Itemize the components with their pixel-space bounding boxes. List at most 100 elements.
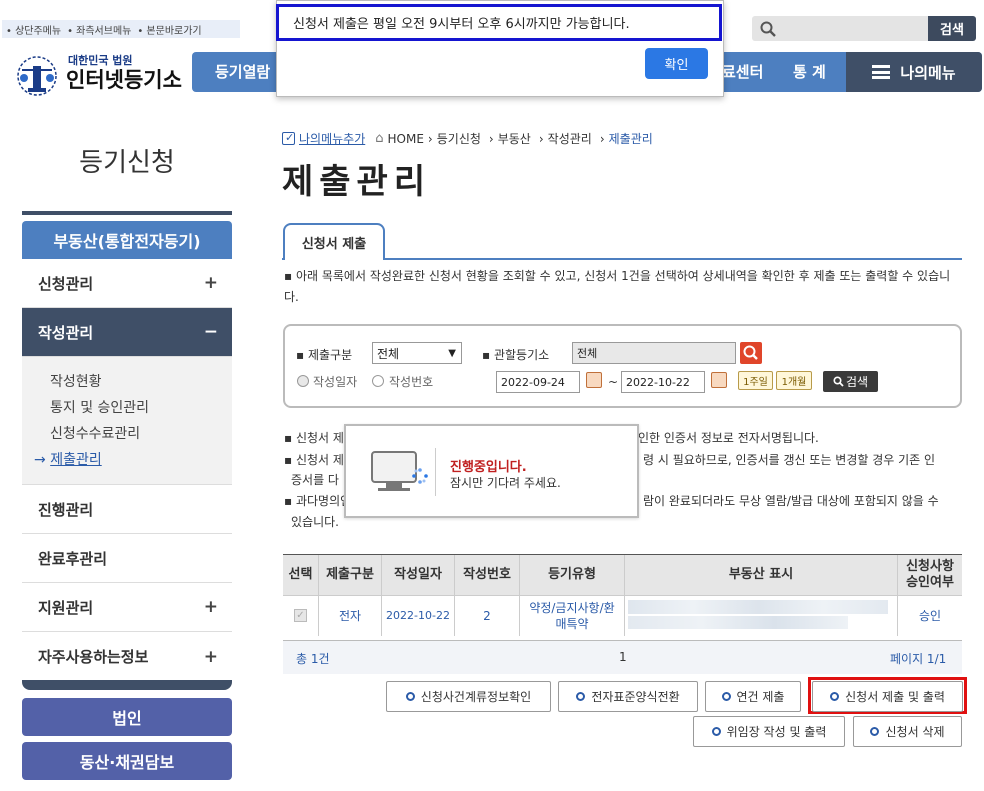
alert-ok-button[interactable]: 확인	[645, 48, 708, 79]
collapse-minus-icon: −	[203, 322, 218, 342]
sidebar-header[interactable]: 부동산(통합전자등기)	[22, 221, 232, 259]
calendar-icon[interactable]	[586, 372, 602, 388]
breadcrumb-current: 제출관리	[608, 132, 653, 146]
add-my-menu-link[interactable]: 나의메뉴추가	[299, 130, 365, 147]
note-1-start: ▪ 신청서 제	[284, 431, 344, 445]
court-search-button[interactable]	[740, 342, 762, 364]
my-menu-button[interactable]: 나의메뉴	[846, 52, 982, 92]
logo-title: 인터넷등기소	[66, 68, 182, 92]
nav-item-view[interactable]: 등기열람	[215, 52, 270, 92]
skip-link-top-menu[interactable]: • 상단주메뉴	[6, 22, 61, 37]
col-divider	[519, 555, 520, 636]
nav-item-center[interactable]: 료센터	[722, 52, 763, 92]
sidebar-divider	[22, 211, 232, 215]
row-checkbox[interactable]: ✓	[294, 609, 307, 622]
sidebar-item-label: 진행관리	[38, 500, 94, 519]
sidebar-item-write-manage[interactable]: 작성관리 −	[22, 308, 232, 357]
col-divider	[897, 555, 898, 636]
note-3-cont: 있습니다.	[291, 515, 339, 529]
skip-links: • 상단주메뉴 • 좌측서브메뉴 • 본문바로가기	[2, 20, 240, 38]
sidebar-item-after-complete[interactable]: 완료후관리	[22, 534, 232, 583]
submit-type-select[interactable]: 전체 ▼	[372, 342, 462, 364]
calendar-icon[interactable]	[711, 372, 727, 388]
linked-submit-button[interactable]: 연건 제출	[705, 681, 801, 712]
submit-and-print-button[interactable]: 신청서 제출 및 출력	[812, 681, 963, 712]
expand-plus-icon: +	[203, 273, 218, 293]
search-icon	[760, 21, 776, 37]
submenu-item-submit-current[interactable]: → 제출관리	[34, 449, 102, 469]
date-radio[interactable]	[297, 375, 309, 387]
th-registry-type: 등기유형	[520, 555, 624, 595]
note-2-start: ▪ 신청서 제	[284, 453, 344, 467]
my-menu-label: 나의메뉴	[900, 63, 956, 82]
site-search-input[interactable]	[752, 16, 928, 41]
cell-registry-type[interactable]: 약정/금지사항/환매특약	[520, 596, 624, 636]
submenu-item-status[interactable]: 작성현황	[50, 371, 102, 391]
cell-number: 2	[483, 609, 491, 623]
sidebar-item-label: 신청관리	[38, 274, 94, 293]
date-radio-label: 작성일자	[313, 375, 358, 389]
submenu-item-fee[interactable]: 신청수수료관리	[50, 423, 140, 443]
sidebar-item-progress[interactable]: 진행관리	[22, 485, 232, 534]
number-radio[interactable]	[372, 375, 384, 387]
sidebar-item-support[interactable]: 지원관리 +	[22, 583, 232, 632]
sidebar-bottom-bar	[22, 680, 232, 690]
th-number: 작성번호	[455, 555, 519, 595]
case-pending-info-button[interactable]: 신청사건계류정보확인	[386, 681, 551, 712]
standard-form-convert-button[interactable]: 전자표준양식전환	[558, 681, 698, 712]
skip-link-content[interactable]: • 본문바로가기	[137, 22, 201, 37]
cell-approval[interactable]: 승인	[898, 596, 962, 636]
search-icon	[743, 345, 758, 360]
th-date: 작성일자	[382, 555, 454, 595]
bullet-icon	[870, 727, 880, 736]
breadcrumb-item[interactable]: 부동산	[498, 130, 531, 147]
corporate-button[interactable]: 법인	[22, 698, 232, 736]
breadcrumb-item[interactable]: 작성관리	[548, 130, 592, 147]
nav-item-stats[interactable]: 통 계	[793, 52, 826, 92]
alert-message: 신청서 제출은 평일 오전 9시부터 오후 6시까지만 가능합니다.	[276, 4, 722, 41]
court-label: ▪ 관할등기소	[482, 348, 550, 362]
one-week-button[interactable]: 1주일	[738, 371, 773, 390]
tab-application-submit[interactable]: 신청서 제출	[283, 223, 385, 260]
bullet-icon	[711, 727, 721, 736]
sidebar-item-apply-manage[interactable]: 신청관리 +	[22, 259, 232, 308]
note-1-end: 인한 인증서 정보로 전자서명됩니다.	[638, 431, 819, 445]
breadcrumb-home[interactable]: HOME	[388, 132, 424, 146]
one-month-button[interactable]: 1개월	[776, 371, 812, 390]
skip-link-left-menu[interactable]: • 좌측서브메뉴	[67, 22, 131, 37]
search-icon	[833, 376, 844, 387]
th-submit-type: 제출구분	[319, 555, 381, 595]
th-select: 선택	[283, 555, 318, 595]
court-input[interactable]: 전체	[572, 342, 736, 364]
bullet-icon	[405, 692, 415, 701]
sidebar-title: 등기신청	[79, 148, 175, 178]
note-3-start: ▪ 과다명의인	[284, 494, 352, 508]
sidebar-item-favorites[interactable]: 자주사용하는정보 +	[22, 632, 232, 681]
note-2-cont: 증서를 다	[291, 473, 339, 487]
breadcrumb: ✓ 나의메뉴추가 ⌂ HOME › 등기신청 › 부동산 › 작성관리 › 제출관리	[282, 130, 653, 147]
filter-search-button[interactable]: 검색	[823, 371, 878, 392]
loading-title: 진행중입니다.	[450, 460, 527, 475]
power-of-attorney-button[interactable]: 위임장 작성 및 출력	[693, 716, 845, 747]
col-divider	[318, 555, 319, 636]
date-range-separator: ~	[608, 375, 619, 389]
page-number[interactable]: 1	[619, 650, 627, 664]
note-3-end: 람이 완료되더라도 무상 열람/발급 대상에 포함되지 않을 수	[643, 494, 939, 508]
computer-loading-icon	[371, 451, 428, 491]
breadcrumb-item[interactable]: 등기신청	[437, 130, 481, 147]
delete-application-button[interactable]: 신청서 삭제	[853, 716, 962, 747]
col-divider	[624, 555, 625, 636]
date-to-input[interactable]: 2022-10-22	[621, 371, 705, 393]
site-search-button[interactable]: 검색	[928, 16, 976, 41]
date-from-input[interactable]: 2022-09-24	[496, 371, 580, 393]
cell-property-blurred	[628, 600, 888, 630]
page-info: 페이지 1/1	[890, 652, 947, 666]
submenu-item-notice[interactable]: 통지 및 승인관리	[50, 397, 149, 417]
col-divider	[381, 555, 382, 636]
divider	[435, 448, 436, 496]
filter-panel	[283, 324, 962, 408]
movable-bond-button[interactable]: 동산·채권담보	[22, 742, 232, 780]
submenu-item-label: 제출관리	[50, 452, 102, 468]
sidebar-item-label: 지원관리	[38, 598, 94, 617]
intro-text: ▪ 아래 목록에서 작성완료한 신청서 현황을 조회할 수 있고, 신청서 1건…	[284, 269, 951, 304]
